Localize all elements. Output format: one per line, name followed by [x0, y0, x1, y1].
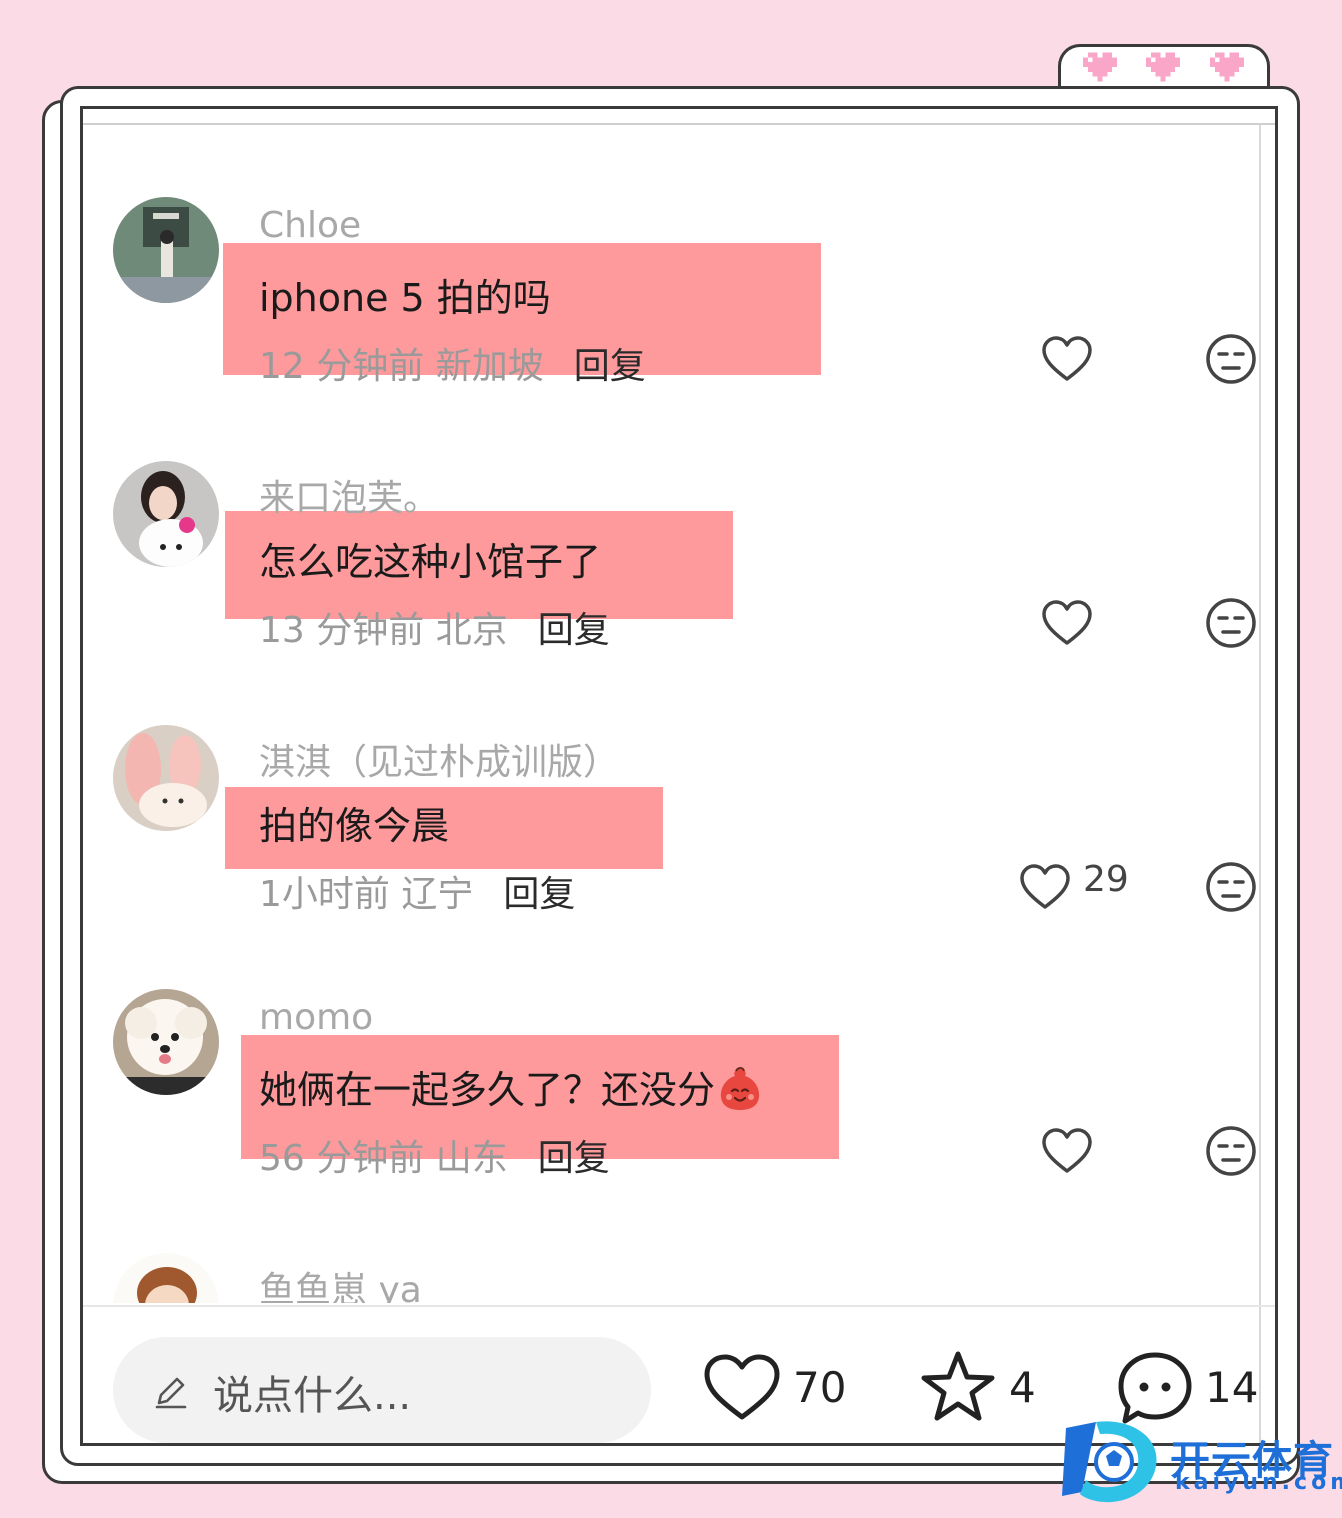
avatar[interactable] — [113, 461, 219, 567]
comment-screen: Chloe iphone 5 拍的吗 12 分钟前 新加坡 回复 来口泡芙。 怎么… — [80, 106, 1278, 1446]
red-bag-emoji-icon — [720, 1067, 760, 1110]
input-placeholder: 说点什么... — [213, 1373, 412, 1419]
comment-meta: 12 分钟前 新加坡 回复 — [259, 346, 646, 387]
pixel-heart-icon — [1083, 52, 1117, 82]
comment-total: 14 — [1205, 1363, 1259, 1412]
favorite-total: 4 — [1009, 1363, 1036, 1412]
like-count: 29 — [1083, 859, 1129, 900]
dislike-face-icon[interactable] — [1205, 333, 1257, 385]
heart-icon[interactable] — [1041, 1127, 1093, 1175]
pencil-icon — [155, 1377, 187, 1409]
comment-text: 拍的像今晨 — [259, 804, 450, 848]
like-heart-icon[interactable] — [703, 1353, 781, 1423]
like-total: 70 — [793, 1363, 847, 1412]
comment-username[interactable]: 来口泡芙。 — [259, 469, 439, 521]
avatar[interactable] — [113, 1253, 219, 1303]
reply-button[interactable]: 回复 — [538, 1138, 610, 1179]
dislike-face-icon[interactable] — [1205, 1125, 1257, 1177]
comment-meta: 1小时前 辽宁 回复 — [259, 874, 576, 915]
comment-item: 来口泡芙。 怎么吃这种小馆子了 13 分钟前 北京 回复 — [83, 461, 1275, 711]
comment-meta: 56 分钟前 山东 回复 — [259, 1138, 610, 1179]
comment-item: 淇淇（见过朴成训版） 拍的像今晨 1小时前 辽宁 回复 29 — [83, 725, 1275, 975]
comment-meta: 13 分钟前 北京 回复 — [259, 610, 610, 651]
comment-item: momo 她俩在一起多久了？还没分 56 分钟前 山东 回复 — [83, 989, 1275, 1239]
comment-text: 怎么吃这种小馆子了 — [259, 540, 602, 584]
comment-text: iphone 5 拍的吗 — [259, 276, 551, 320]
comment-input[interactable]: 说点什么... — [113, 1337, 651, 1443]
heart-icon[interactable] — [1019, 863, 1071, 911]
comment-item: 鱼鱼崽 ya — [83, 1253, 1275, 1303]
star-icon[interactable] — [919, 1349, 997, 1425]
comment-text: 她俩在一起多久了？还没分 — [259, 1059, 765, 1114]
comment-username[interactable]: Chloe — [259, 205, 361, 246]
dislike-face-icon[interactable] — [1205, 861, 1257, 913]
reply-button[interactable]: 回复 — [538, 610, 610, 651]
watermark-domain: kaiyun.com — [1175, 1470, 1342, 1495]
comment-username[interactable]: momo — [259, 997, 373, 1038]
reply-button[interactable]: 回复 — [574, 346, 646, 387]
dislike-face-icon[interactable] — [1205, 597, 1257, 649]
comment-username[interactable]: 鱼鱼崽 ya — [259, 1261, 422, 1303]
avatar[interactable] — [113, 197, 219, 303]
comment-username[interactable]: 淇淇（见过朴成训版） — [259, 733, 619, 785]
avatar[interactable] — [113, 725, 219, 831]
reply-button[interactable]: 回复 — [503, 874, 575, 915]
comment-item: Chloe iphone 5 拍的吗 12 分钟前 新加坡 回复 — [83, 197, 1275, 447]
pixel-heart-icon — [1146, 52, 1180, 82]
pixel-heart-icon — [1210, 52, 1244, 82]
kaiyun-logo-icon — [1062, 1421, 1157, 1503]
avatar[interactable] — [113, 989, 219, 1095]
heart-icon[interactable] — [1041, 599, 1093, 647]
heart-icon[interactable] — [1041, 335, 1093, 383]
